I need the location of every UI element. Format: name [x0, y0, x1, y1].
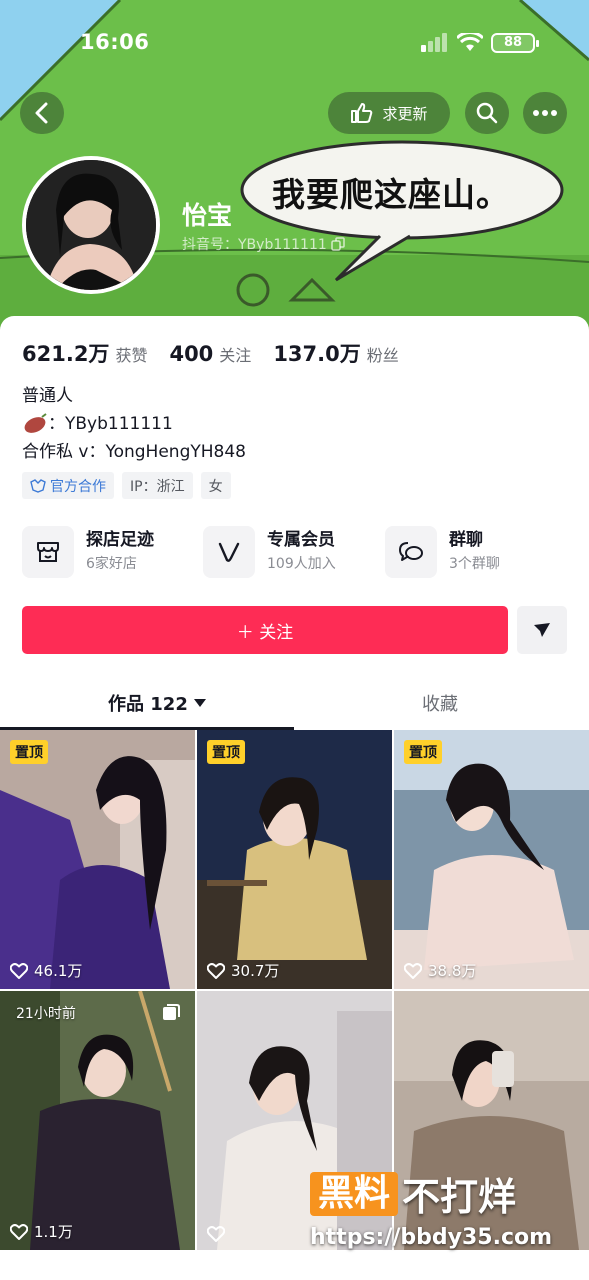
video-likes: 46.1万: [10, 960, 82, 981]
status-bar: 16:06 88: [0, 30, 589, 58]
store-icon: [22, 526, 74, 578]
douyin-id-label: 抖音号：YByb111111: [182, 237, 327, 253]
tab-favorites[interactable]: 收藏: [422, 690, 458, 716]
tab-works-label: 作品 122: [108, 694, 188, 715]
heart-outline-icon: [10, 1223, 28, 1240]
stat-followers[interactable]: 137.0万 粉丝: [273, 338, 398, 368]
request-update-button[interactable]: 求更新: [328, 92, 450, 134]
service-membership-title: 专属会员: [267, 530, 335, 550]
sweet-potato-icon: [24, 413, 47, 433]
video-thumbnail-3: [394, 730, 589, 989]
official-cooperation-icon: [30, 478, 46, 493]
video-likes-count: 30.7万: [231, 962, 280, 980]
heart-outline-icon: [207, 1226, 225, 1242]
watermark-brand-box: 黑料: [310, 1171, 399, 1216]
profile-banner: 16:06 88 求更新 怡宝 抖音号：YByb111111 我要爬这座山。: [0, 0, 589, 340]
multi-image-icon: [163, 1004, 180, 1020]
bio-line-3: 合作私 v：YongHengYH848: [22, 442, 246, 462]
video-likes-count: 38.8万: [428, 962, 477, 980]
service-store-sub: 6家好店: [86, 556, 137, 572]
service-membership-sub: 109人加入: [267, 556, 336, 572]
heart-outline-icon: [10, 962, 28, 979]
stat-following[interactable]: 400 关注: [169, 342, 251, 366]
search-icon: [476, 102, 498, 124]
v-member-icon: [203, 526, 255, 578]
stat-followers-value: 137.0万: [273, 342, 361, 366]
status-icons: 88: [421, 33, 539, 53]
send-arrow-icon: [534, 623, 550, 637]
chevron-left-icon: [35, 102, 48, 124]
copy-icon[interactable]: [331, 237, 345, 251]
service-entries: 探店足迹 6家好店 专属会员 109人加入 群聊 3个群聊: [22, 526, 567, 582]
video-likes: 30.7万: [207, 960, 279, 981]
profile-tabs: 作品 122 收藏: [0, 678, 589, 730]
douyin-id[interactable]: 抖音号：YByb111111: [182, 234, 345, 254]
follow-button[interactable]: ＋ 关注: [22, 606, 508, 654]
video-thumbnail-1: [0, 730, 195, 989]
more-dots-icon: [533, 110, 557, 116]
tab-works[interactable]: 作品 122: [108, 690, 206, 716]
chat-group-icon: [385, 526, 437, 578]
more-button[interactable]: [523, 92, 567, 134]
stat-likes-label: 获赞: [115, 346, 148, 365]
banner-bubble-text: 我要爬这座山。: [272, 175, 510, 214]
wifi-icon: [457, 33, 483, 51]
bio-line-1: 普通人: [22, 386, 73, 406]
watermark: 黑料 不打烊 https://bbdy35.com: [310, 1166, 552, 1250]
video-tile-2[interactable]: 置顶 30.7万: [197, 730, 392, 989]
profile-tags: 官方合作 IP：浙江 女: [22, 472, 231, 499]
bio-line-2-text: ：YByb111111: [48, 414, 173, 434]
tag-official-cooperation[interactable]: 官方合作: [22, 472, 114, 499]
profile-stats: 621.2万 获赞 400 关注 137.0万 粉丝: [22, 338, 421, 368]
tag-gender: 女: [200, 472, 231, 499]
video-thumbnail-4: [0, 991, 195, 1250]
tag-official-label: 官方合作: [50, 478, 106, 495]
pinned-badge: 置顶: [404, 740, 442, 764]
watermark-brand-rest: 不打烊: [402, 1175, 517, 1219]
service-group-sub: 3个群聊: [449, 556, 500, 572]
avatar-photo: [26, 160, 156, 290]
video-likes: 1.1万: [10, 1221, 73, 1242]
avatar[interactable]: [22, 156, 160, 294]
video-likes-count: 1.1万: [34, 1223, 73, 1241]
bio-line-2: ：YByb111111: [22, 410, 246, 438]
share-dropdown-button[interactable]: [517, 606, 567, 654]
video-tile-3[interactable]: 置顶 38.8万: [394, 730, 589, 989]
heart-outline-icon: [404, 962, 422, 979]
stat-likes-value: 621.2万: [22, 342, 110, 366]
status-time: 16:06: [80, 30, 150, 54]
service-store-visits[interactable]: 探店足迹 6家好店: [22, 526, 154, 578]
caret-down-icon: [193, 699, 206, 707]
stat-following-value: 400: [169, 342, 214, 366]
battery-icon: 88: [491, 33, 539, 53]
video-tile-4[interactable]: 21小时前 1.1万: [0, 991, 195, 1250]
bio: 普通人 ：YByb111111 合作私 v：YongHengYH848: [22, 382, 246, 466]
video-time-ago: 21小时前: [16, 1006, 76, 1022]
pinned-badge: 置顶: [207, 740, 245, 764]
service-group-chat[interactable]: 群聊 3个群聊: [385, 526, 500, 578]
thumbs-up-icon: [351, 103, 373, 123]
stat-followers-label: 粉丝: [366, 346, 399, 365]
service-store-title: 探店足迹: [86, 530, 154, 550]
profile-card: 621.2万 获赞 400 关注 137.0万 粉丝 普通人 ：YByb1111…: [0, 316, 589, 1280]
nickname: 怡宝: [182, 201, 233, 230]
video-tile-1[interactable]: 置顶 46.1万: [0, 730, 195, 989]
back-button[interactable]: [20, 92, 64, 134]
cellular-signal-icon: [421, 33, 447, 52]
service-membership[interactable]: 专属会员 109人加入: [203, 526, 336, 578]
search-button[interactable]: [465, 92, 509, 134]
tag-ip: IP：浙江: [122, 472, 193, 499]
stat-following-label: 关注: [219, 346, 252, 365]
video-thumbnail-2: [197, 730, 392, 989]
video-likes: 38.8万: [404, 960, 476, 981]
heart-outline-icon: [207, 962, 225, 979]
video-likes-count: 46.1万: [34, 962, 83, 980]
request-update-label: 求更新: [382, 104, 428, 123]
service-group-title: 群聊: [449, 530, 483, 550]
stat-likes[interactable]: 621.2万 获赞: [22, 338, 147, 368]
watermark-url: https://bbdy35.com: [310, 1225, 553, 1250]
video-likes: [207, 1226, 231, 1242]
pinned-badge: 置顶: [10, 740, 48, 764]
